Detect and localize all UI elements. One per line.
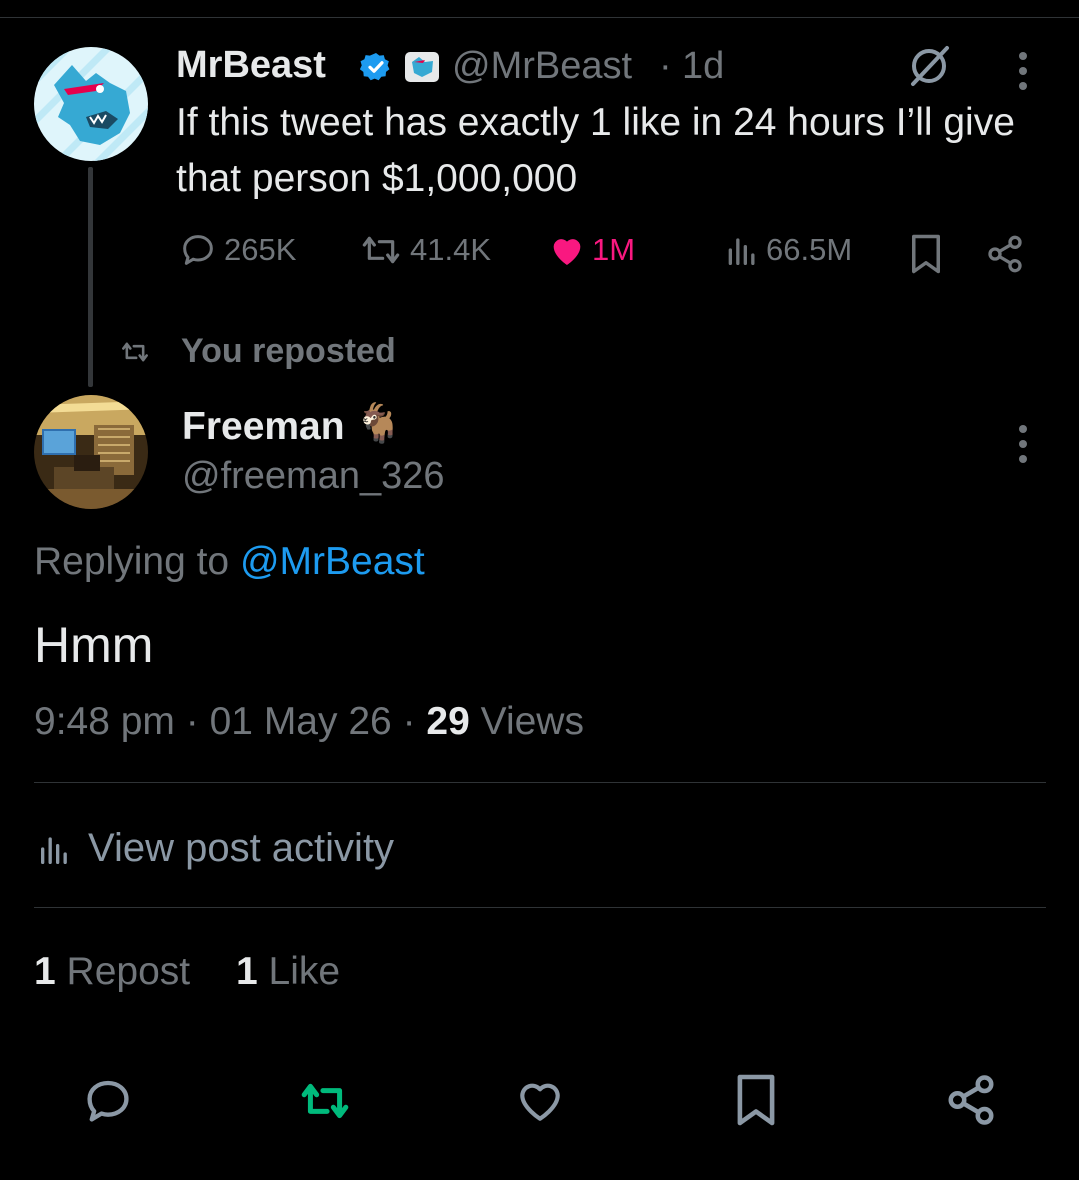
- reply-text: Hmm: [34, 617, 154, 673]
- replying-to-label: Replying to: [34, 540, 230, 583]
- engagement-repost-count: 1: [34, 950, 56, 993]
- reply-count: 265K: [224, 232, 297, 267]
- repost-count: 41.4K: [410, 232, 492, 267]
- reply-icon: [183, 235, 213, 265]
- reply-views-count: 29: [426, 700, 470, 743]
- tweet-text: If this tweet has exactly 1 like in 24 h…: [176, 101, 1015, 200]
- time-ago[interactable]: 1d: [682, 45, 724, 88]
- mrbeast-avatar[interactable]: [34, 47, 148, 161]
- divider-2: [34, 907, 1046, 908]
- bookmark-icon[interactable]: [733, 1072, 779, 1128]
- affiliate-badge-icon: [405, 52, 439, 82]
- like-count: 1M: [592, 232, 636, 267]
- analytics-icon: [728, 238, 755, 265]
- post-activity-icon: [41, 836, 67, 864]
- divider-1: [34, 782, 1046, 783]
- reply-meta: 9:48 pm · 01 May 26 · 29 Views: [34, 700, 584, 744]
- view-post-activity-label: View post activity: [88, 826, 395, 870]
- reply-views-label: Views: [480, 700, 584, 743]
- view-post-activity[interactable]: View post activity: [34, 826, 394, 871]
- reply-stat[interactable]: 265K: [176, 230, 296, 270]
- meta-sep-1: ·: [185, 700, 199, 743]
- like-stat[interactable]: 1M: [546, 230, 635, 270]
- repost-icon[interactable]: [292, 1076, 358, 1126]
- goat-emoji: 🐐: [355, 403, 403, 445]
- views-count: 66.5M: [766, 232, 853, 267]
- reply-more-options-icon[interactable]: [1019, 425, 1029, 463]
- reply-time[interactable]: 9:48 pm: [34, 700, 175, 743]
- author-handle[interactable]: @MrBeast: [452, 45, 632, 88]
- reply-author-name[interactable]: Freeman: [182, 405, 345, 449]
- views-stat[interactable]: 66.5M: [722, 230, 852, 270]
- share-icon[interactable]: [985, 234, 1025, 274]
- verified-badge-icon: [360, 53, 390, 81]
- thread-line: [88, 167, 93, 387]
- engagement-like-count: 1: [236, 950, 258, 993]
- more-options-icon[interactable]: [1019, 52, 1029, 90]
- repost-engagement[interactable]: 1 Repost: [34, 950, 190, 994]
- engagement-repost-label: Repost: [66, 950, 191, 993]
- like-icon[interactable]: [513, 1076, 567, 1126]
- repost-stat[interactable]: 41.4K: [356, 230, 491, 270]
- grok-icon[interactable]: [905, 44, 953, 88]
- reply-author-handle[interactable]: @freeman_326: [182, 455, 445, 498]
- top-divider: [0, 17, 1079, 18]
- replying-to-handle[interactable]: @MrBeast: [240, 540, 425, 583]
- author-name[interactable]: MrBeast: [176, 44, 326, 87]
- share-icon[interactable]: [944, 1073, 998, 1127]
- replying-to: Replying to @MrBeast: [34, 540, 425, 584]
- repost-indicator-icon: [122, 342, 148, 362]
- engagement-like-label: Like: [268, 950, 341, 993]
- reply-date[interactable]: 01 May 26: [210, 700, 392, 743]
- meta-sep-2: ·: [402, 700, 416, 743]
- liked-heart-icon: [553, 239, 581, 265]
- time-separator: ·: [659, 45, 672, 87]
- like-engagement[interactable]: 1 Like: [236, 950, 340, 994]
- reply-icon[interactable]: [80, 1075, 136, 1127]
- freeman-avatar[interactable]: [34, 395, 148, 509]
- bookmark-icon[interactable]: [908, 233, 944, 275]
- you-reposted-label: You reposted: [181, 332, 396, 370]
- repost-icon: [362, 236, 400, 264]
